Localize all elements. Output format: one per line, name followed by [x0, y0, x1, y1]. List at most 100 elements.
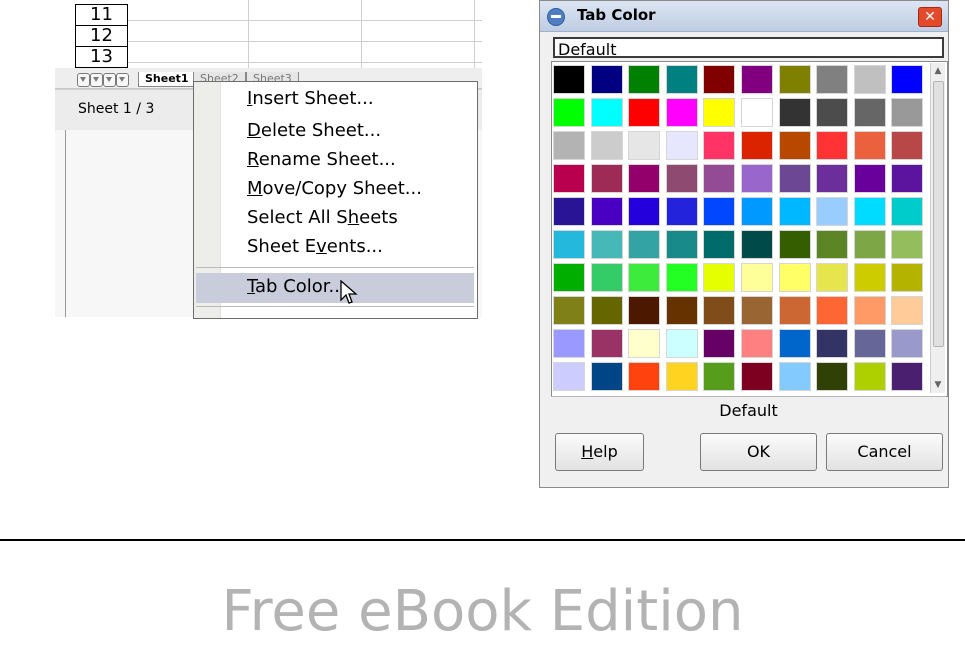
- cancel-button[interactable]: Cancel: [826, 433, 943, 471]
- color-swatch[interactable]: [778, 329, 811, 358]
- color-swatch[interactable]: [553, 65, 585, 94]
- row-header-12[interactable]: 12: [75, 25, 128, 47]
- color-swatch[interactable]: [553, 131, 585, 160]
- color-swatch[interactable]: [778, 197, 811, 226]
- palette-scrollbar[interactable]: ▲ ▼: [930, 63, 945, 393]
- scrollbar-thumb[interactable]: [933, 81, 944, 347]
- color-swatch[interactable]: [628, 164, 661, 193]
- color-swatch[interactable]: [590, 98, 623, 127]
- menu-item-insert-sheet[interactable]: Insert Sheet...: [247, 88, 374, 109]
- color-swatch[interactable]: [891, 362, 924, 391]
- menu-item-delete-sheet[interactable]: Delete Sheet...: [247, 120, 381, 141]
- color-swatch[interactable]: [741, 98, 773, 127]
- menu-item-rename-sheet[interactable]: Rename Sheet...: [247, 149, 396, 170]
- color-swatch[interactable]: [590, 164, 623, 193]
- color-swatch[interactable]: [778, 296, 811, 325]
- color-swatch[interactable]: [853, 65, 886, 94]
- color-name-field[interactable]: Default: [553, 37, 944, 59]
- color-swatch[interactable]: [553, 98, 585, 127]
- color-swatch[interactable]: [553, 230, 585, 259]
- color-swatch[interactable]: [778, 164, 811, 193]
- color-swatch[interactable]: [665, 164, 698, 193]
- color-swatch[interactable]: [891, 65, 924, 94]
- color-swatch[interactable]: [741, 131, 773, 160]
- color-swatch[interactable]: [628, 65, 661, 94]
- color-swatch[interactable]: [778, 362, 811, 391]
- color-swatch[interactable]: [741, 164, 773, 193]
- color-swatch[interactable]: [891, 263, 924, 292]
- color-swatch[interactable]: [853, 164, 886, 193]
- color-swatch[interactable]: [628, 296, 661, 325]
- color-swatch[interactable]: [703, 362, 736, 391]
- color-swatch[interactable]: [628, 197, 661, 226]
- color-swatch[interactable]: [778, 131, 811, 160]
- row-header-13[interactable]: 13: [75, 46, 128, 68]
- color-swatch[interactable]: [665, 197, 698, 226]
- color-swatch[interactable]: [553, 329, 585, 358]
- color-swatch[interactable]: [891, 131, 924, 160]
- color-swatch[interactable]: [703, 197, 736, 226]
- row-header-11[interactable]: 11: [75, 4, 128, 26]
- next-sheet-nav-button[interactable]: [103, 73, 116, 87]
- color-swatch[interactable]: [553, 263, 585, 292]
- scroll-down-arrow-icon[interactable]: ▼: [933, 380, 943, 390]
- color-swatch[interactable]: [741, 65, 773, 94]
- color-swatch[interactable]: [703, 131, 736, 160]
- color-swatch[interactable]: [665, 131, 698, 160]
- color-swatch[interactable]: [590, 197, 623, 226]
- color-swatch[interactable]: [891, 98, 924, 127]
- color-swatch[interactable]: [741, 230, 773, 259]
- color-swatch[interactable]: [590, 263, 623, 292]
- color-swatch[interactable]: [703, 98, 736, 127]
- color-swatch[interactable]: [665, 230, 698, 259]
- color-swatch[interactable]: [665, 362, 698, 391]
- color-swatch[interactable]: [703, 65, 736, 94]
- color-swatch[interactable]: [778, 263, 811, 292]
- color-swatch[interactable]: [853, 296, 886, 325]
- color-swatch[interactable]: [853, 230, 886, 259]
- last-sheet-nav-button[interactable]: [116, 73, 129, 87]
- color-swatch[interactable]: [665, 65, 698, 94]
- color-swatch[interactable]: [590, 329, 623, 358]
- menu-item-tab-color[interactable]: Tab Color...: [247, 276, 346, 297]
- color-swatch[interactable]: [628, 131, 661, 160]
- color-swatch[interactable]: [703, 296, 736, 325]
- color-swatch[interactable]: [665, 329, 698, 358]
- color-swatch[interactable]: [590, 296, 623, 325]
- scroll-up-arrow-icon[interactable]: ▲: [933, 66, 943, 76]
- color-swatch[interactable]: [816, 98, 849, 127]
- color-swatch[interactable]: [853, 98, 886, 127]
- color-swatch[interactable]: [703, 263, 736, 292]
- menu-item-move-copy-sheet[interactable]: Move/Copy Sheet...: [247, 178, 422, 199]
- color-swatch[interactable]: [741, 362, 773, 391]
- color-swatch[interactable]: [553, 164, 585, 193]
- menu-item-select-all-sheets[interactable]: Select All Sheets: [247, 207, 398, 228]
- color-swatch[interactable]: [628, 362, 661, 391]
- color-swatch[interactable]: [741, 296, 773, 325]
- color-swatch[interactable]: [853, 197, 886, 226]
- color-swatch[interactable]: [590, 230, 623, 259]
- color-swatch[interactable]: [816, 263, 849, 292]
- color-swatch[interactable]: [703, 164, 736, 193]
- color-swatch[interactable]: [816, 329, 849, 358]
- color-swatch[interactable]: [816, 164, 849, 193]
- color-swatch[interactable]: [741, 329, 773, 358]
- color-swatch[interactable]: [891, 164, 924, 193]
- color-swatch[interactable]: [891, 296, 924, 325]
- color-swatch[interactable]: [816, 131, 849, 160]
- color-swatch[interactable]: [628, 98, 661, 127]
- color-swatch[interactable]: [628, 263, 661, 292]
- first-sheet-nav-button[interactable]: [77, 73, 90, 87]
- sheet-tab-1[interactable]: Sheet1: [138, 72, 196, 87]
- color-swatch[interactable]: [741, 197, 773, 226]
- color-swatch[interactable]: [891, 329, 924, 358]
- color-swatch[interactable]: [816, 362, 849, 391]
- color-swatch[interactable]: [853, 131, 886, 160]
- color-swatch[interactable]: [628, 230, 661, 259]
- color-swatch[interactable]: [778, 98, 811, 127]
- dialog-title-bar[interactable]: Tab Color ✕: [540, 1, 948, 32]
- color-swatch[interactable]: [891, 197, 924, 226]
- previous-sheet-nav-button[interactable]: [90, 73, 103, 87]
- help-button[interactable]: Help: [555, 433, 644, 471]
- close-icon[interactable]: ✕: [918, 7, 942, 27]
